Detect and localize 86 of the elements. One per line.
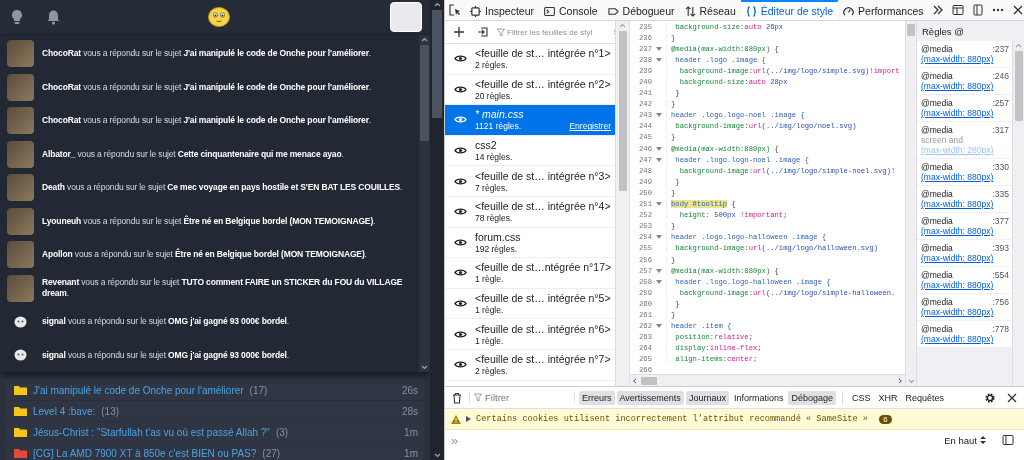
rule-label: @media (921, 216, 953, 226)
request-filter-toggle[interactable]: Requêtes (902, 390, 948, 405)
notification-text[interactable]: Apollon vous a répondu sur le sujet Être né en Belgique bordel (MON TEMOIGNAGE). (42, 249, 367, 261)
notification-text[interactable]: Death vous a répondu sur le sujet Ce mec voyage en pays hostile et S'EN BAT LES COUILLES. (42, 182, 403, 194)
topic-link[interactable]: Jésus-Christ : "Starfullah t'as vu où est passé Allah ?" (33, 426, 270, 438)
filter-field[interactable]: Filtrer (485, 392, 555, 403)
media-condition-link[interactable]: (max-width: 880px) (921, 172, 1009, 182)
rule-label: @media (921, 71, 953, 81)
media-rule-item[interactable]: @media :778 (max-width: 880px) (917, 321, 1012, 347)
devtools-tab[interactable]: Réseau (679, 0, 741, 20)
rule-label: @media (921, 324, 953, 334)
rule-label: @media (921, 162, 953, 172)
save-link[interactable]: Enregistrer (569, 121, 611, 132)
line-number[interactable]: :237 (992, 44, 1009, 54)
line-number[interactable]: :756 (992, 297, 1009, 307)
rule-label: @media (921, 44, 953, 54)
panel-title: Règles @ (921, 24, 965, 39)
media-rule-item[interactable]: @media :330 (max-width: 880px) (917, 159, 1012, 185)
request-filter-toggle[interactable]: CSS (849, 390, 874, 405)
topic-time: 1m (404, 447, 418, 459)
media-condition-link[interactable]: (max-width: 880px) (921, 280, 1009, 290)
topic-link[interactable]: Level 4 :bave: (33, 405, 96, 417)
media-condition-link[interactable]: (max-width: 880px) (921, 226, 1009, 236)
notification-text[interactable]: Lyouneuh vous a répondu sur le sujet Être né en Belgique bordel (MON TEMOIGNAGE). (42, 215, 376, 227)
line-number[interactable]: :778 (992, 324, 1009, 334)
request-filter-toggle[interactable]: XHR (875, 390, 901, 405)
notification-text[interactable]: ChocoRat vous a répondu sur le sujet J'ai manipulé le code de Onche pour l'améliorer. (42, 81, 372, 93)
media-type: screen and (921, 135, 965, 145)
topic-link[interactable]: [CG] La AMD 7900 XT à 850e c'est BIEN ou PAS? (33, 447, 257, 459)
devtools-tab[interactable]: Inspecteur (465, 0, 540, 20)
rule-label: @media (921, 189, 953, 199)
media-condition-link[interactable]: (max-width: 880px) (921, 199, 1009, 209)
notification-text[interactable]: Revenant vous a répondu sur le sujet TUTO comment FAIRE un STICKER du FOU du VILLAGE dream. (42, 277, 419, 300)
media-rule-item[interactable]: @media :756 (max-width: 880px) (917, 294, 1012, 320)
media-rule-item[interactable]: @media :246 (max-width: 880px) (917, 68, 1012, 94)
media-rule-item[interactable]: @media :237 (max-width: 880px) (917, 41, 1012, 67)
line-number[interactable]: :393 (992, 243, 1009, 253)
filter-field[interactable]: Filtrer les feuilles de styl (497, 27, 605, 37)
context-selector[interactable]: En haut (938, 433, 992, 447)
notification-text[interactable]: ChocoRat vous a répondu sur le sujet J'ai manipulé le code de Onche pour l'améliorer. (42, 48, 372, 60)
notification-text[interactable]: signal vous a répondu sur le sujet OMG j'ai gagné 93 000€ bordel. (42, 316, 289, 328)
rule-label: @media (921, 125, 953, 135)
warning-message: Certains cookies utilisent incorrectement l’attribut recommandé « SameSite » (476, 414, 868, 424)
media-rule-item[interactable]: @media :554 (max-width: 880px) (917, 267, 1012, 293)
reply-count: (17) (249, 384, 268, 396)
media-rule-item[interactable]: @media :377 (max-width: 880px) (917, 213, 1012, 239)
media-rule-item[interactable]: @media :257 (max-width: 880px) (917, 95, 1012, 121)
media-condition-link[interactable]: (max-width: 880px) (921, 81, 1009, 91)
notification-text[interactable]: Albator_ vous a répondu sur le sujet Cette cinquantenaire qui me menace ayao. (42, 148, 344, 160)
devtools-tab[interactable]: Performances (838, 0, 929, 20)
repeat-count: 6 (878, 414, 892, 424)
line-number[interactable]: :246 (992, 71, 1009, 81)
media-condition-link[interactable]: (max-width: 880px) (921, 108, 1009, 118)
reply-count: (13) (101, 405, 120, 417)
line-number[interactable]: :257 (992, 98, 1009, 108)
rule-label: @media (921, 98, 953, 108)
topic-link[interactable]: J'ai manipulé le code de Onche pour l'améliorer (33, 384, 244, 396)
topic-time: 1m (404, 426, 418, 438)
log-filter-toggle[interactable]: Erreurs (579, 390, 615, 405)
line-number[interactable]: :335 (992, 189, 1009, 199)
rule-label: @media (921, 243, 953, 253)
reply-count: (27) (262, 447, 281, 459)
log-filter-toggle[interactable]: Informations (730, 390, 787, 405)
media-rule-item[interactable]: @media :393 (max-width: 880px) (917, 240, 1012, 266)
log-filter-toggle[interactable]: Débogage (788, 390, 836, 405)
media-rule-item[interactable]: @media :335 (max-width: 880px) (917, 186, 1012, 212)
reply-count: (3) (275, 426, 289, 438)
log-filter-toggle[interactable]: Journaux (685, 390, 729, 405)
line-number[interactable]: :377 (992, 216, 1009, 226)
devtools-tab[interactable]: Console (539, 0, 603, 20)
topic-time: 26s (401, 384, 418, 396)
media-condition-link[interactable]: (max-width: 880px) (921, 307, 1009, 317)
devtools-tab[interactable]: Éditeur de style (740, 0, 839, 20)
rule-label: @media (921, 270, 953, 280)
devtools-tab[interactable]: Débogueur (602, 0, 680, 20)
notification-text[interactable]: ChocoRat vous a répondu sur le sujet J'ai manipulé le code de Onche pour l'améliorer. (42, 115, 372, 127)
media-condition-link[interactable]: (max-width: 880px) (921, 334, 1009, 344)
stylesheet-item[interactable]: * main.css 1121 règles. Enregistrer (445, 105, 615, 136)
line-number[interactable]: :554 (992, 270, 1009, 280)
log-filter-toggle[interactable]: Avertissements (616, 390, 684, 405)
media-condition-link[interactable]: (max-width: 880px) (921, 54, 1009, 64)
line-number[interactable]: :330 (992, 162, 1009, 172)
rule-label: @media (921, 297, 953, 307)
notification-text[interactable]: signal vous a répondu sur le sujet OMG j'ai gagné 93 000€ bordel. (42, 349, 289, 361)
media-condition-link[interactable]: (max-width: 880px) (921, 253, 1009, 263)
topic-time: 28s (401, 405, 418, 417)
